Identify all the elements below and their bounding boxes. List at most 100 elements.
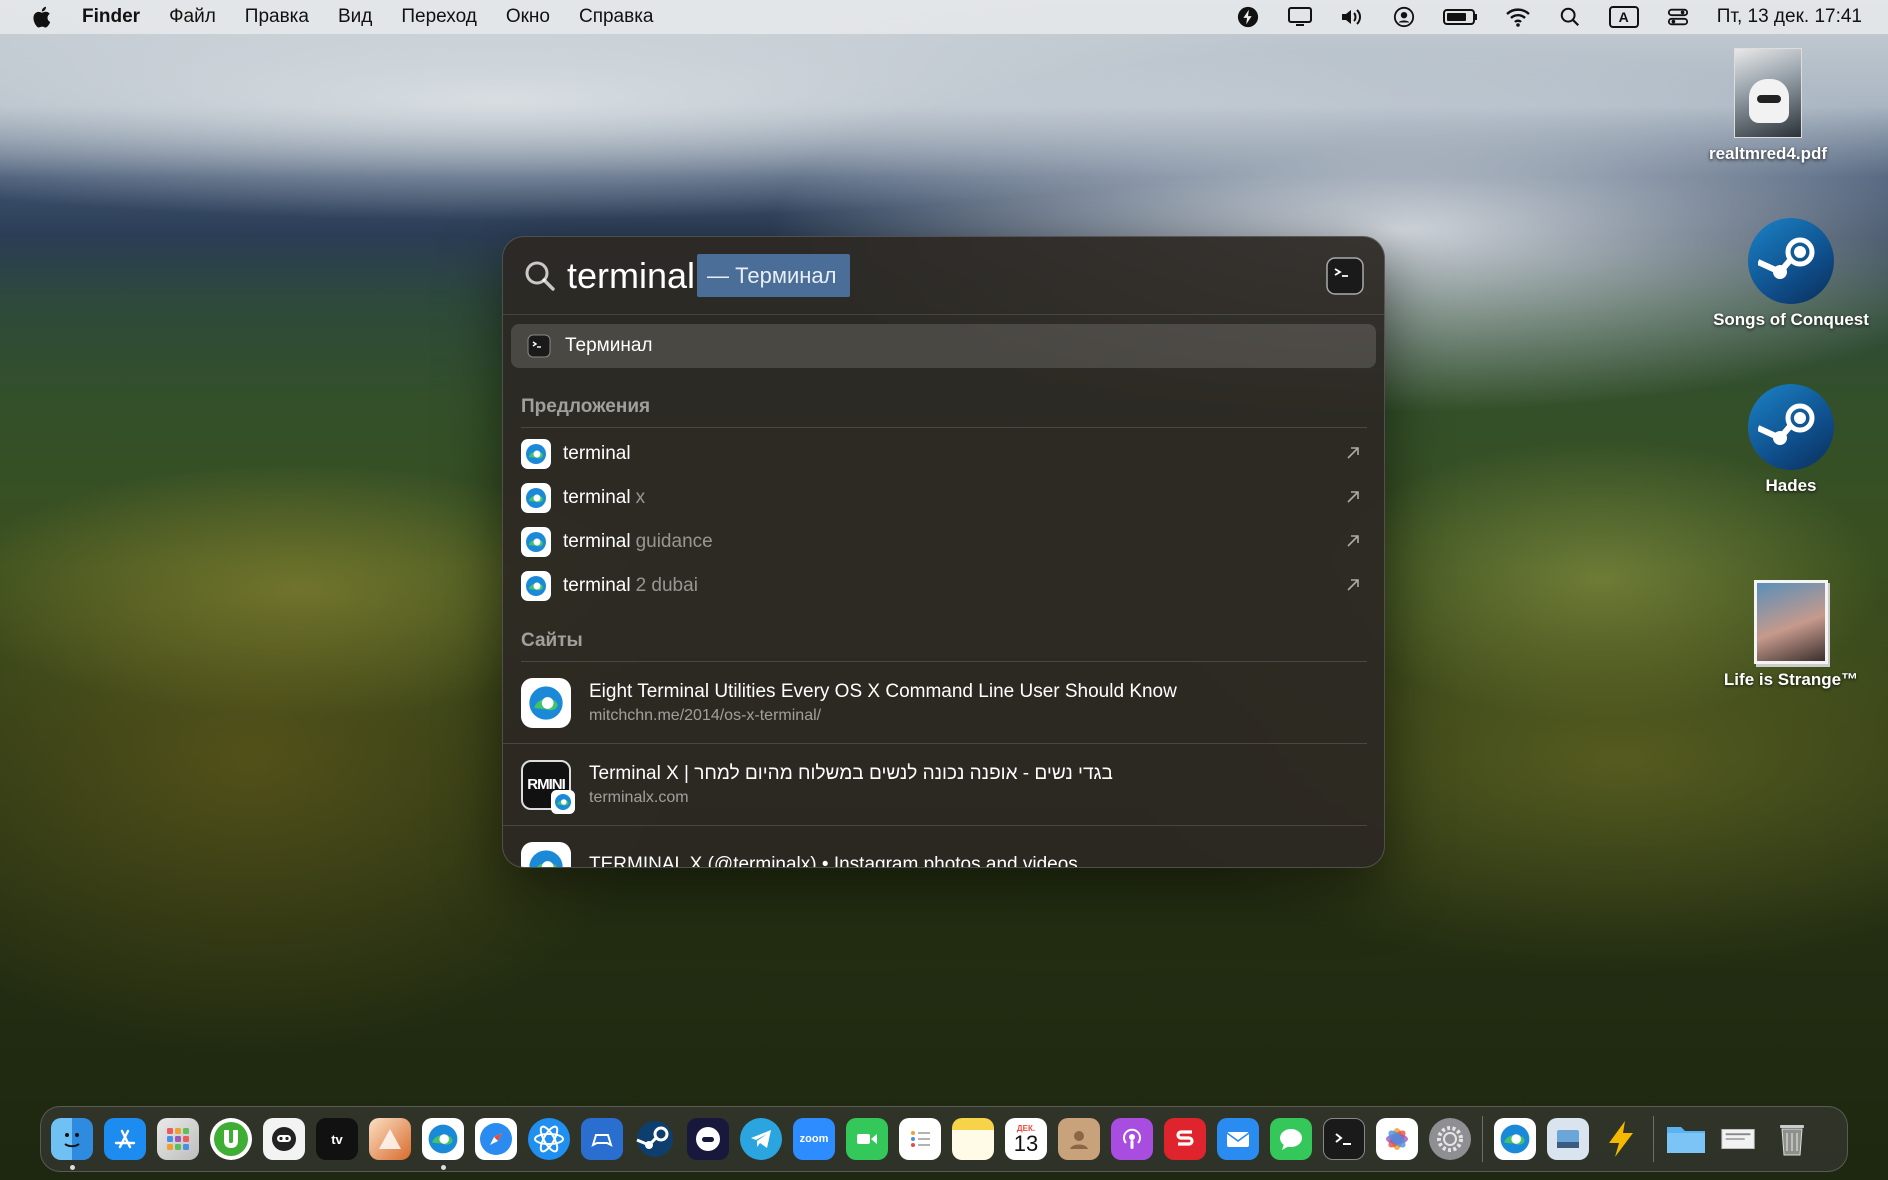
contacts-icon[interactable] xyxy=(1058,1118,1100,1160)
edge-browser-icon[interactable] xyxy=(1494,1118,1536,1160)
atom-app-icon[interactable] xyxy=(528,1118,570,1160)
robot-app-icon[interactable] xyxy=(263,1118,305,1160)
battery-icon[interactable] xyxy=(1442,6,1479,28)
gamepad-icon[interactable] xyxy=(687,1118,729,1160)
desktop-item-life-is-strange[interactable]: Life is Strange™ xyxy=(1696,580,1886,690)
wifi-icon[interactable] xyxy=(1505,6,1531,28)
desktop-item-label: Hades xyxy=(1765,476,1817,495)
top-hit-label: Терминал xyxy=(565,335,653,356)
desktop-item-songs-of-conquest[interactable]: Songs of Conquest xyxy=(1696,218,1886,330)
suggestion-bold: terminal xyxy=(563,531,631,552)
steam-icon xyxy=(1748,384,1834,470)
bolt-app-icon[interactable] xyxy=(1235,6,1261,28)
site-url: terminalx.com xyxy=(589,788,689,806)
input-source-badge[interactable]: A xyxy=(1608,6,1639,28)
zoom-icon[interactable]: zoom xyxy=(793,1118,835,1160)
edge-browser-icon xyxy=(551,789,575,814)
documents-stack-icon[interactable] xyxy=(1718,1118,1760,1160)
menu-edit[interactable]: Правка xyxy=(245,6,309,28)
telegram-icon[interactable] xyxy=(740,1118,782,1160)
open-arrow-icon xyxy=(1347,535,1359,547)
site-result[interactable]: TERMINAL X (@terminalx) • Instagram phot… xyxy=(503,826,1367,868)
suggestion-item[interactable]: terminal xyxy=(503,432,1384,476)
suggestion-rest: 2 dubai xyxy=(635,575,698,596)
edge-browser-icon xyxy=(521,439,551,469)
suggestion-bold: terminal xyxy=(563,443,631,464)
photos-icon[interactable] xyxy=(1376,1118,1418,1160)
menu-go[interactable]: Переход xyxy=(401,6,476,28)
open-arrow-icon xyxy=(1347,447,1359,459)
edge-browser-icon xyxy=(521,527,551,557)
calendar-icon[interactable]: ДЕК. 13 xyxy=(1005,1118,1047,1160)
site-url: mitchchn.me/2014/os-x-terminal/ xyxy=(589,706,822,724)
control-center-icon[interactable] xyxy=(1665,6,1691,28)
system-settings-icon[interactable] xyxy=(1429,1118,1471,1160)
edge-browser-icon xyxy=(521,842,571,867)
safari-icon[interactable] xyxy=(475,1118,517,1160)
desktop-item-pdf[interactable]: realtmred4.pdf xyxy=(1673,48,1863,164)
top-hit-row[interactable]: Терминал xyxy=(511,324,1376,368)
sites-heading: Сайты xyxy=(521,630,1367,662)
calendar-day: 13 xyxy=(1013,1130,1039,1156)
menu-view[interactable]: Вид xyxy=(338,6,372,28)
pdf-document-icon xyxy=(1734,48,1802,138)
suggestions-heading: Предложения xyxy=(521,396,1367,428)
spotlight-search-bar[interactable]: terminal — Терминал xyxy=(503,237,1384,315)
game-controller-icon[interactable] xyxy=(581,1118,623,1160)
apple-tv-icon[interactable]: tv xyxy=(316,1118,358,1160)
site-title: Terminal X | בגדי נשים - אופנה נכונה לנש… xyxy=(589,762,1113,784)
folder-icon[interactable] xyxy=(1665,1118,1707,1160)
suggestion-item[interactable]: terminal x xyxy=(503,476,1384,520)
search-input[interactable]: terminal xyxy=(567,255,695,297)
edge-browser-icon xyxy=(521,483,551,513)
menu-app-name[interactable]: Finder xyxy=(82,6,140,28)
site-result[interactable]: Eight Terminal Utilities Every OS X Comm… xyxy=(503,662,1367,744)
messages-icon[interactable] xyxy=(1270,1118,1312,1160)
podcasts-icon[interactable] xyxy=(1111,1118,1153,1160)
display-icon[interactable] xyxy=(1287,6,1313,28)
affinity-icon[interactable] xyxy=(369,1118,411,1160)
edge-browser-icon xyxy=(521,571,551,601)
finder-icon[interactable] xyxy=(51,1118,93,1170)
dock-separator xyxy=(1653,1116,1654,1162)
suggestion-bold: terminal xyxy=(563,575,631,596)
edge-browser-icon[interactable] xyxy=(422,1118,464,1170)
suggestion-item[interactable]: terminal 2 dubai xyxy=(503,564,1384,608)
site-result[interactable]: RMINI Terminal X | בגדי נשים - אופנה נכו… xyxy=(503,744,1367,826)
reminders-icon[interactable] xyxy=(899,1118,941,1160)
menu-bar: Finder Файл Правка Вид Переход Окно Спра… xyxy=(0,0,1888,34)
menu-window[interactable]: Окно xyxy=(506,6,550,28)
mail-icon[interactable] xyxy=(1217,1118,1259,1160)
red-s-app-icon[interactable] xyxy=(1164,1118,1206,1160)
site-title: TERMINAL X (@terminalx) • Instagram phot… xyxy=(589,854,1078,868)
trash-icon[interactable] xyxy=(1771,1118,1813,1160)
steam-icon[interactable] xyxy=(634,1118,676,1160)
notes-icon[interactable] xyxy=(952,1118,994,1160)
user-account-icon[interactable] xyxy=(1391,6,1417,28)
menubar-clock[interactable]: Пт, 13 дек. 17:41 xyxy=(1717,6,1862,28)
volume-icon[interactable] xyxy=(1339,6,1365,28)
desktop-item-label: Songs of Conquest xyxy=(1713,310,1869,329)
spotlight-search-icon[interactable] xyxy=(1557,6,1583,28)
apple-logo-icon[interactable] xyxy=(30,5,52,29)
suggestions-list: terminal terminal x terminal guidance te… xyxy=(503,432,1384,608)
open-arrow-icon xyxy=(1347,579,1359,591)
desktop-item-label: Life is Strange™ xyxy=(1723,670,1859,689)
desktop-item-label: realtmred4.pdf xyxy=(1708,144,1828,163)
preview-icon[interactable] xyxy=(1547,1118,1589,1160)
app-store-icon[interactable] xyxy=(104,1118,146,1160)
terminal-app-icon[interactable] xyxy=(1323,1118,1365,1160)
facetime-icon[interactable] xyxy=(846,1118,888,1160)
menu-help[interactable]: Справка xyxy=(579,6,654,28)
search-autocomplete: — Терминал xyxy=(697,254,851,297)
terminalx-site-icon: RMINI xyxy=(521,759,575,814)
utorrent-icon[interactable] xyxy=(210,1118,252,1160)
desktop-item-hades[interactable]: Hades xyxy=(1696,384,1886,496)
suggestion-item[interactable]: terminal guidance xyxy=(503,520,1384,564)
lightning-app-icon[interactable] xyxy=(1600,1118,1642,1160)
launchpad-icon[interactable] xyxy=(157,1118,199,1160)
menu-file[interactable]: Файл xyxy=(169,6,216,28)
site-title: Eight Terminal Utilities Every OS X Comm… xyxy=(589,680,1177,702)
game-icon xyxy=(1754,580,1828,664)
open-arrow-icon xyxy=(1347,491,1359,503)
